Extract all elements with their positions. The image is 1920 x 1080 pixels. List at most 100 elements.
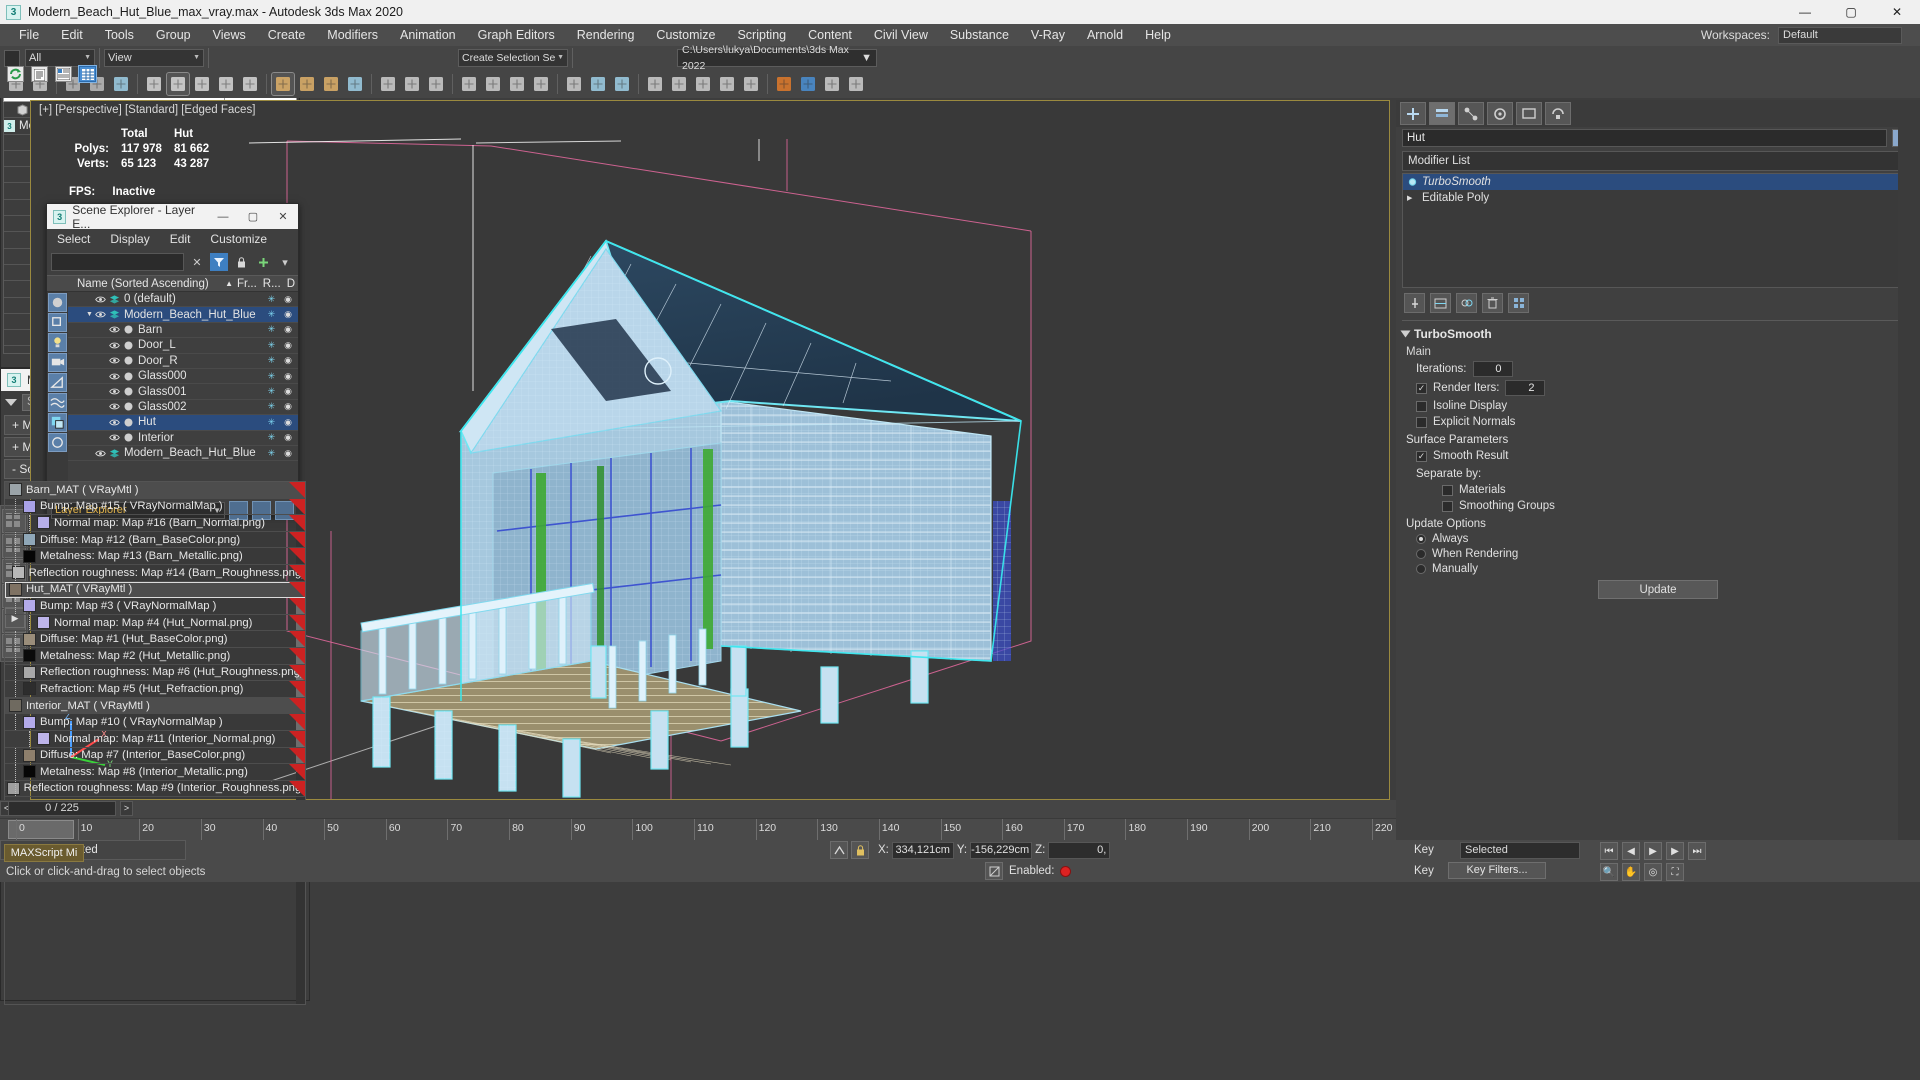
select-and-move-icon[interactable] (271, 72, 295, 96)
mirror-icon[interactable] (587, 73, 609, 95)
menu-item-file[interactable]: File (8, 24, 50, 46)
scene-explorer-row[interactable]: Modern_Beach_Hut_Blue ✳ ◉ (68, 446, 298, 462)
cameras-filter-icon[interactable] (48, 353, 67, 372)
menu-item-tools[interactable]: Tools (94, 24, 145, 46)
play-animation-icon[interactable]: ▶ (1644, 842, 1662, 860)
go-to-end-icon[interactable]: ⏭ (1688, 842, 1706, 860)
scene-explorer-menu-display[interactable]: Display (110, 232, 149, 246)
spinner-snap-icon[interactable] (530, 73, 552, 95)
render-iters-checkbox[interactable]: ✓ (1416, 382, 1427, 394)
render-visibility-icon[interactable]: ◉ (284, 355, 292, 366)
absolute-mode-icon[interactable] (830, 841, 848, 859)
material-swatch[interactable] (9, 582, 22, 596)
named-selection-icon[interactable] (563, 73, 585, 95)
isoline-display-row[interactable]: Isoline Display (1416, 400, 1914, 412)
next-frame-button[interactable]: > (120, 801, 133, 816)
map-row[interactable]: Reflection roughness: Map #6 (Hut_Roughn… (5, 664, 305, 682)
scene-explorer-row[interactable]: Barn ✳ ◉ (68, 323, 298, 339)
key-filter-dropdown[interactable]: Selected (1460, 842, 1580, 859)
align-icon[interactable] (611, 73, 633, 95)
chevron-down-icon[interactable] (5, 398, 17, 406)
scene-explorer-row[interactable]: Glass002 ✳ ◉ (68, 400, 298, 416)
display-tab[interactable] (1516, 102, 1542, 125)
time-slider-handle[interactable] (8, 820, 74, 839)
grid-view-icon[interactable] (78, 65, 97, 83)
snaps-toggle-icon[interactable] (458, 73, 480, 95)
menu-item-modifiers[interactable]: Modifiers (316, 24, 389, 46)
window-crossing-icon[interactable] (239, 73, 261, 95)
visibility-eye-icon[interactable] (109, 324, 120, 335)
visibility-eye-icon[interactable] (109, 355, 120, 366)
key-filters-button[interactable]: Key Filters... (1448, 862, 1546, 879)
update-always-row[interactable]: Always (1416, 533, 1914, 545)
scene-explorer-row[interactable]: Glass001 ✳ ◉ (68, 384, 298, 400)
material-swatch[interactable] (9, 699, 22, 713)
material-swatch[interactable] (11, 566, 25, 580)
frozen-icon[interactable]: ✳ (268, 417, 276, 428)
map-row[interactable]: Normal map: Map #11 (Interior_Normal.png… (5, 730, 305, 748)
update-always-radio[interactable] (1416, 534, 1426, 544)
modifier-stack-item[interactable]: ▶ Editable Poly (1403, 190, 1913, 206)
workspace-dropdown[interactable]: Default (1778, 27, 1902, 44)
render-visibility-icon[interactable]: ◉ (284, 340, 292, 351)
frozen-icon[interactable]: ✳ (268, 294, 276, 305)
map-row[interactable]: Bump: Map #10 ( VRayNormalMap ) (5, 714, 305, 731)
visibility-eye-icon[interactable] (95, 309, 106, 320)
menu-item-civil-view[interactable]: Civil View (863, 24, 939, 46)
map-row[interactable]: Bump: Map #3 ( VRayNormalMap ) (5, 598, 305, 615)
remove-modifier-icon[interactable] (1482, 293, 1503, 313)
scene-explorer-row[interactable]: Door_L ✳ ◉ (68, 338, 298, 354)
selection-filter-swatch[interactable] (4, 49, 20, 67)
menu-item-edit[interactable]: Edit (50, 24, 94, 46)
scene-explorer-search-input[interactable] (51, 253, 184, 271)
material-swatch[interactable] (23, 665, 36, 679)
time-slider-ruler[interactable]: 0 10 20 30 40 50 60 70 80 90 100 110 120 130 140 150 160… (0, 818, 1396, 841)
material-row[interactable]: Hut_MAT ( VRayMtl ) (5, 581, 305, 599)
bind-space-warp-icon[interactable] (110, 73, 132, 95)
clear-search-icon[interactable]: ✕ (188, 253, 206, 271)
map-row[interactable]: Diffuse: Map #7 (Interior_BaseColor.png) (5, 747, 305, 765)
selection-filter-icon[interactable] (143, 73, 165, 95)
named-selection-combo[interactable]: Create Selection Se ▼ (458, 49, 568, 67)
frozen-icon[interactable]: ✳ (268, 324, 276, 335)
schematic-view-icon[interactable] (692, 73, 714, 95)
project-path-box[interactable]: C:\Users\lukya\Documents\3ds Max 2022 ▼ (677, 44, 877, 72)
selection-filter-combo[interactable]: All ▼ (25, 49, 95, 67)
lights-filter-icon[interactable] (48, 333, 67, 352)
material-swatch[interactable] (37, 516, 50, 530)
map-row[interactable]: Diffuse: Map #12 (Barn_BaseColor.png) (5, 531, 305, 549)
map-row[interactable]: Diffuse: Map #1 (Hut_BaseColor.png) (5, 631, 305, 648)
modifier-enabled-icon[interactable] (1407, 177, 1418, 188)
render-visibility-icon[interactable]: ◉ (284, 371, 292, 382)
create-tab[interactable] (1400, 102, 1426, 125)
previous-key-icon[interactable]: ◀ (1622, 842, 1640, 860)
space-warps-filter-icon[interactable] (48, 393, 67, 412)
visibility-eye-icon[interactable] (109, 340, 120, 351)
scene-explorer-close-button[interactable]: ✕ (268, 204, 298, 229)
iterations-spinner[interactable]: 0 (1472, 361, 1513, 377)
y-coordinate-field[interactable]: -156,229cm (970, 841, 1033, 859)
turbosmooth-rollout-header[interactable]: TurboSmooth (1400, 325, 1914, 343)
render-visibility-icon[interactable]: ◉ (284, 448, 292, 459)
shapes-filter-icon[interactable] (48, 313, 67, 332)
scene-explorer-menu-edit[interactable]: Edit (170, 232, 191, 246)
scene-explorer-list[interactable]: 0 (default) ✳ ◉ ▼ Modern_Beach_Hut_Blue ✳ ◉ Bar… (68, 292, 298, 485)
scene-explorer-row[interactable]: Glass000 ✳ ◉ (68, 369, 298, 385)
update-button[interactable]: Update (1598, 580, 1718, 599)
frozen-icon[interactable]: ✳ (268, 432, 276, 443)
render-visibility-icon[interactable]: ◉ (284, 401, 292, 412)
hierarchy-tab[interactable] (1458, 102, 1484, 125)
chevron-down-icon[interactable]: ▾ (276, 253, 294, 271)
material-swatch[interactable] (23, 649, 36, 663)
modifier-list-dropdown[interactable]: Modifier List ▼ (1402, 151, 1914, 171)
visibility-eye-icon[interactable] (109, 432, 120, 443)
motion-tab[interactable] (1487, 102, 1513, 125)
visibility-eye-icon[interactable] (109, 386, 120, 397)
zoom-icon[interactable]: 🔍 (1600, 863, 1618, 881)
menu-item-graph-editors[interactable]: Graph Editors (467, 24, 566, 46)
separate-materials-row[interactable]: Materials (1442, 484, 1914, 496)
visibility-eye-icon[interactable] (109, 371, 120, 382)
select-region-icon[interactable] (215, 73, 237, 95)
detail-view-icon[interactable] (55, 66, 72, 82)
expand-collapse-icon[interactable]: ▼ (86, 311, 93, 318)
